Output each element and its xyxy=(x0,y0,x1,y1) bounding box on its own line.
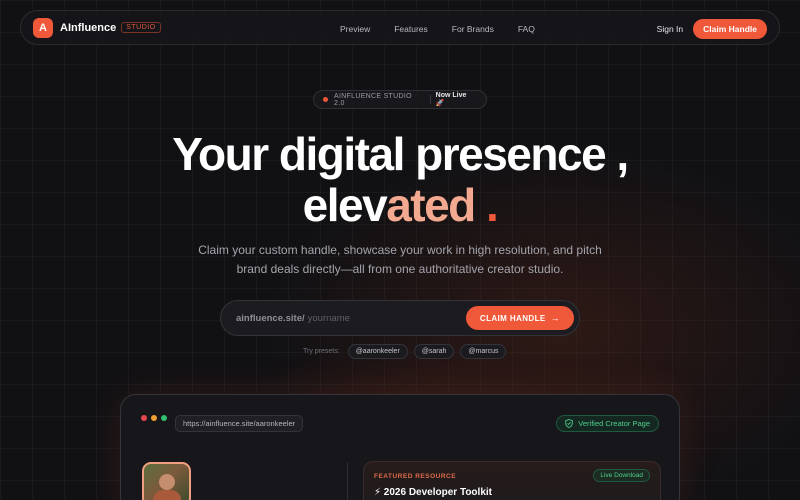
arrow-right-icon: → xyxy=(550,313,560,323)
presets-label: Try presets: xyxy=(303,348,340,355)
top-navbar: A AInfluence STUDIO Preview Features For… xyxy=(20,10,780,45)
nav-links: Preview Features For Brands FAQ xyxy=(340,11,559,46)
preset-chip-sarah[interactable]: @sarah xyxy=(413,344,455,359)
window-controls xyxy=(141,415,171,421)
verified-badge: Verified Creator Page xyxy=(556,415,659,432)
featured-resource-title: ⚡ 2026 Developer Toolkit xyxy=(374,487,492,498)
verified-label: Verified Creator Page xyxy=(578,419,650,428)
domain-prefix: ainfluence.site/ xyxy=(236,312,305,324)
preset-list: Try presets: @aaronkeeler @sarah @marcus xyxy=(303,344,512,359)
nav-link-for-brands[interactable]: For Brands xyxy=(452,24,494,34)
creator-avatar[interactable] xyxy=(142,462,191,500)
featured-resource-label: FEATURED RESOURCE xyxy=(374,473,457,480)
nav-actions: Sign In Claim Handle xyxy=(657,11,767,46)
claim-handle-button-label: CLAIM HANDLE xyxy=(479,313,546,323)
avatar-body xyxy=(153,490,181,500)
handle-input[interactable] xyxy=(307,312,466,324)
brand-name[interactable]: AInfluence xyxy=(60,22,116,34)
preset-chip-marcus[interactable]: @marcus xyxy=(460,344,507,359)
profile-preview-window: https://ainfluence.site/aaronkeeler Veri… xyxy=(120,394,680,500)
claim-handle-button[interactable]: CLAIM HANDLE → xyxy=(465,306,574,330)
pill-divider xyxy=(429,95,431,104)
nav-link-faq[interactable]: FAQ xyxy=(518,24,535,34)
nav-link-preview[interactable]: Preview xyxy=(340,24,370,34)
claim-handle-nav-button[interactable]: Claim Handle xyxy=(693,18,767,39)
maximize-dot-icon xyxy=(161,415,167,421)
preview-url-bar[interactable]: https://ainfluence.site/aaronkeeler xyxy=(175,415,304,432)
announcement-pill[interactable]: AINFLUENCE STUDIO 2.0 Now Live 🚀 xyxy=(313,90,487,109)
claim-handle-form: ainfluence.site/ CLAIM HANDLE → xyxy=(220,300,580,336)
hero-word-ated: ated xyxy=(386,179,476,231)
announcement-label: AINFLUENCE STUDIO 2.0 xyxy=(334,92,412,107)
avatar-head xyxy=(159,474,175,490)
brand-tag: STUDIO xyxy=(121,22,161,33)
shield-check-icon xyxy=(565,419,574,428)
sign-in-link[interactable]: Sign In xyxy=(657,24,683,34)
hero-word-elev: elev xyxy=(302,179,388,231)
hero-subtitle: Claim your custom handle, showcase your … xyxy=(198,243,602,276)
hero-heading-line1: Your digital presence , xyxy=(172,128,629,180)
status-dot-icon xyxy=(323,97,328,102)
live-download-badge: Live Download xyxy=(593,469,650,482)
preview-divider xyxy=(347,462,348,500)
preset-chip-aaronkeeler[interactable]: @aaronkeeler xyxy=(347,344,408,359)
close-dot-icon xyxy=(141,415,147,421)
hero-heading-line2: elevated . xyxy=(0,178,800,232)
featured-resource-card[interactable]: FEATURED RESOURCE Live Download ⚡ 2026 D… xyxy=(363,461,661,500)
announcement-status: Now Live 🚀 xyxy=(435,92,467,107)
hero-period: . xyxy=(474,179,499,231)
minimize-dot-icon xyxy=(151,415,157,421)
nav-link-features[interactable]: Features xyxy=(394,24,428,34)
logo-icon[interactable]: A xyxy=(33,17,53,38)
